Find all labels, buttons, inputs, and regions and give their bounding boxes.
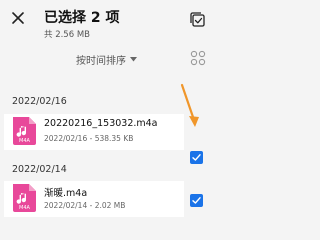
- audio-file-icon: M4A: [10, 183, 38, 213]
- view-toggle-button[interactable]: [190, 50, 206, 66]
- file-meta: 2022/02/16 - 538.35 KB: [44, 134, 134, 143]
- page-title: 已选择 2 项: [44, 10, 120, 26]
- selection-size: 共 2.56 MB: [44, 30, 90, 40]
- check-icon: [192, 197, 201, 204]
- check-icon: [192, 154, 201, 161]
- select-all-button[interactable]: [190, 12, 206, 28]
- file-selection-screen: 已选择 2 项 共 2.56 MB 按时间排序 2022/02/16 M4A 2…: [0, 0, 216, 233]
- audio-file-icon: M4A: [10, 116, 38, 146]
- file-checkbox[interactable]: [190, 151, 203, 164]
- file-checkbox[interactable]: [190, 194, 203, 207]
- select-all-icon: [190, 12, 205, 27]
- file-type-label: M4A: [19, 205, 30, 211]
- chevron-down-icon: [130, 57, 137, 62]
- grid-view-icon: [190, 50, 206, 66]
- sort-dropdown[interactable]: 按时间排序: [76, 52, 137, 67]
- date-group-header: 2022/02/14: [12, 164, 67, 175]
- list-item[interactable]: M4A 20220216_153032.m4a 2022/02/16 - 538…: [4, 114, 184, 150]
- close-button[interactable]: [8, 8, 28, 28]
- selection-header: 已选择 2 项 共 2.56 MB: [0, 0, 216, 44]
- file-meta: 2022/02/14 - 2.02 MB: [44, 201, 126, 210]
- close-icon: [12, 12, 24, 24]
- sort-bar: 按时间排序: [0, 48, 216, 72]
- list-item[interactable]: M4A 渐暖.m4a 2022/02/14 - 2.02 MB: [4, 181, 184, 217]
- sort-label: 按时间排序: [76, 56, 126, 67]
- file-type-label: M4A: [19, 138, 30, 144]
- file-name: 20220216_153032.m4a: [44, 118, 158, 129]
- date-group-header: 2022/02/16: [12, 96, 67, 107]
- annotation-arrow: [180, 83, 199, 127]
- file-name: 渐暖.m4a: [44, 188, 88, 199]
